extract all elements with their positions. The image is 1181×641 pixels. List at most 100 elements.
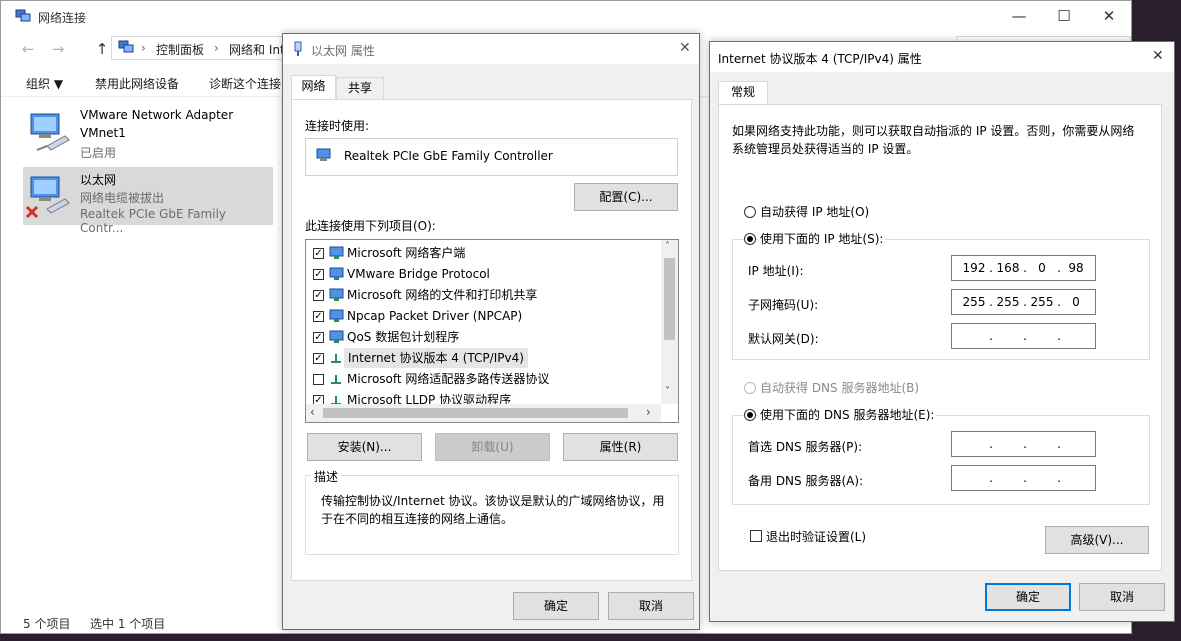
checkbox[interactable]: ✓ <box>313 269 324 280</box>
list-item[interactable]: ✓ QoS 数据包计划程序 <box>313 327 653 347</box>
auto-ip-radio[interactable] <box>744 206 756 218</box>
network-item-detail: VMnet1 <box>80 126 126 140</box>
ip-address-label: IP 地址(I): <box>748 264 804 278</box>
auto-ip-label[interactable]: 自动获得 IP 地址(O) <box>760 203 869 220</box>
list-item[interactable]: ✓ Microsoft 网络客户端 <box>313 243 653 263</box>
install-button[interactable]: 安装(N)... <box>307 433 422 461</box>
list-item-label: Npcap Packet Driver (NPCAP) <box>347 309 523 323</box>
forward-icon[interactable]: → <box>49 39 67 59</box>
dialog-title: 以太网 属性 <box>311 44 375 58</box>
properties-button[interactable]: 属性(R) <box>563 433 678 461</box>
list-item[interactable]: ✓ Internet 协议版本 4 (TCP/IPv4) <box>313 348 653 368</box>
adapter-field: Realtek PCIe GbE Family Controller <box>305 138 678 176</box>
status-selected-count: 选中 1 个项目 <box>90 617 166 631</box>
organize-menu[interactable]: 组织 ▼ <box>26 75 63 92</box>
ok-button[interactable]: 确定 <box>513 592 599 620</box>
protocol-list[interactable]: ✓ Microsoft 网络客户端 ✓ VMware Bridge Protoc… <box>305 239 679 423</box>
network-adapter-icon <box>30 113 70 151</box>
list-item[interactable]: ✓ VMware Bridge Protocol <box>313 264 653 284</box>
list-item[interactable]: ✓ Npcap Packet Driver (NPCAP) <box>313 306 653 326</box>
tab-sharing[interactable]: 共享 <box>336 77 384 99</box>
scrollbar-thumb[interactable] <box>664 258 675 340</box>
disable-device-button[interactable]: 禁用此网络设备 <box>95 75 179 92</box>
network-item-ethernet[interactable]: 以太网 网络电缆被拔出 Realtek PCIe GbE Family Cont… <box>23 167 273 235</box>
list-item-label: Internet 协议版本 4 (TCP/IPv4) <box>344 348 528 368</box>
validate-checkbox[interactable] <box>750 530 762 542</box>
network-item-detail: 网络电缆被拔出 <box>80 191 165 205</box>
disconnected-x-icon <box>25 205 39 219</box>
use-dns-label[interactable]: 使用下面的 DNS 服务器地址(E): <box>758 406 937 423</box>
scroll-down-icon[interactable]: ˅ <box>665 386 670 397</box>
configure-button[interactable]: 配置(C)... <box>574 183 678 211</box>
service-icon <box>329 330 344 343</box>
ip-dot: . <box>989 437 993 451</box>
ip-address-field[interactable]: 192 . 168 . 0 . 98 <box>951 255 1096 281</box>
dialog-title-bar: 以太网 属性 ✕ <box>283 34 699 64</box>
description-text: 传输控制协议/Internet 协议。该协议是默认的广域网络协议，用于在不同的相… <box>321 494 665 526</box>
checkbox[interactable]: ✓ <box>313 290 324 301</box>
scroll-left-icon[interactable]: ‹ <box>310 405 315 419</box>
service-icon <box>329 267 344 280</box>
checkbox[interactable] <box>313 374 324 385</box>
network-item-vmnet1[interactable]: VMware Network Adapter VMnet1 已启用 <box>23 104 273 162</box>
close-button[interactable]: ✕ <box>1086 1 1132 32</box>
checkbox[interactable]: ✓ <box>313 248 324 259</box>
ip-octet[interactable]: 255 <box>960 295 988 309</box>
ok-button[interactable]: 确定 <box>985 583 1071 611</box>
maximize-button[interactable]: ☐ <box>1041 1 1087 32</box>
network-connections-icon <box>15 9 31 22</box>
service-icon <box>329 309 344 322</box>
explorer-title: 网络连接 <box>38 11 87 25</box>
vertical-scrollbar[interactable]: ˄ ˅ <box>661 240 678 404</box>
back-icon[interactable]: ← <box>19 39 37 59</box>
minimize-button[interactable]: — <box>996 1 1042 32</box>
list-item-label: QoS 数据包计划程序 <box>347 330 460 344</box>
ip-octet[interactable]: 168 <box>994 261 1022 275</box>
list-item[interactable]: ✓ Microsoft 网络的文件和打印机共享 <box>313 285 653 305</box>
alternate-dns-field[interactable]: . . . <box>951 465 1096 491</box>
network-item-name: VMware Network Adapter <box>80 108 234 122</box>
scrollbar-thumb[interactable] <box>323 408 628 418</box>
breadcrumb-network[interactable]: 网络和 Int <box>229 41 285 58</box>
description-label: 描述 <box>311 468 342 485</box>
static-dns-group <box>732 415 1150 505</box>
list-item[interactable]: Microsoft 网络适配器多路传送器协议 <box>313 369 653 389</box>
tab-general[interactable]: 常规 <box>718 81 768 105</box>
up-icon[interactable]: ↑ <box>93 39 111 59</box>
advanced-button[interactable]: 高级(V)... <box>1045 526 1149 554</box>
close-icon[interactable]: ✕ <box>1152 48 1164 64</box>
validate-label[interactable]: 退出时验证设置(L) <box>766 528 866 545</box>
checkbox[interactable]: ✓ <box>313 353 324 364</box>
gateway-field[interactable]: . . . <box>951 323 1096 349</box>
ethernet-icon <box>294 41 302 56</box>
use-ip-label[interactable]: 使用下面的 IP 地址(S): <box>758 230 886 247</box>
ip-octet[interactable]: 255 <box>994 295 1022 309</box>
auto-dns-radio <box>744 382 756 394</box>
service-icon <box>329 288 344 301</box>
scroll-right-icon[interactable]: › <box>646 405 651 419</box>
subnet-mask-field[interactable]: 255 . 255 . 255 . 0 <box>951 289 1096 315</box>
cancel-button[interactable]: 取消 <box>608 592 694 620</box>
breadcrumb-control-panel[interactable]: 控制面板 <box>156 41 204 58</box>
use-dns-radio[interactable] <box>744 409 756 421</box>
ip-octet[interactable]: 98 <box>1062 261 1090 275</box>
scroll-up-icon[interactable]: ˄ <box>665 241 670 252</box>
horizontal-scrollbar[interactable]: ‹ › <box>306 404 661 422</box>
tab-network[interactable]: 网络 <box>291 75 336 99</box>
ip-octet[interactable]: 192 <box>960 261 988 275</box>
close-icon[interactable]: ✕ <box>679 40 691 56</box>
cancel-button[interactable]: 取消 <box>1079 583 1165 611</box>
checkbox[interactable]: ✓ <box>313 311 324 322</box>
use-ip-radio[interactable] <box>744 233 756 245</box>
ip-dot: . <box>1023 471 1027 485</box>
checkbox[interactable]: ✓ <box>313 332 324 343</box>
diagnose-button[interactable]: 诊断这个连接 <box>209 75 281 92</box>
ip-octet[interactable]: 255 <box>1028 295 1056 309</box>
preferred-dns-field[interactable]: . . . <box>951 431 1096 457</box>
ip-octet[interactable]: 0 <box>1062 295 1090 309</box>
ip-dot: . <box>1057 471 1061 485</box>
explorer-title-bar: 网络连接 — ☐ ✕ <box>1 1 1131 32</box>
protocol-icon <box>331 375 341 384</box>
ip-octet[interactable]: 0 <box>1028 261 1056 275</box>
ip-dot: . <box>1023 329 1027 343</box>
